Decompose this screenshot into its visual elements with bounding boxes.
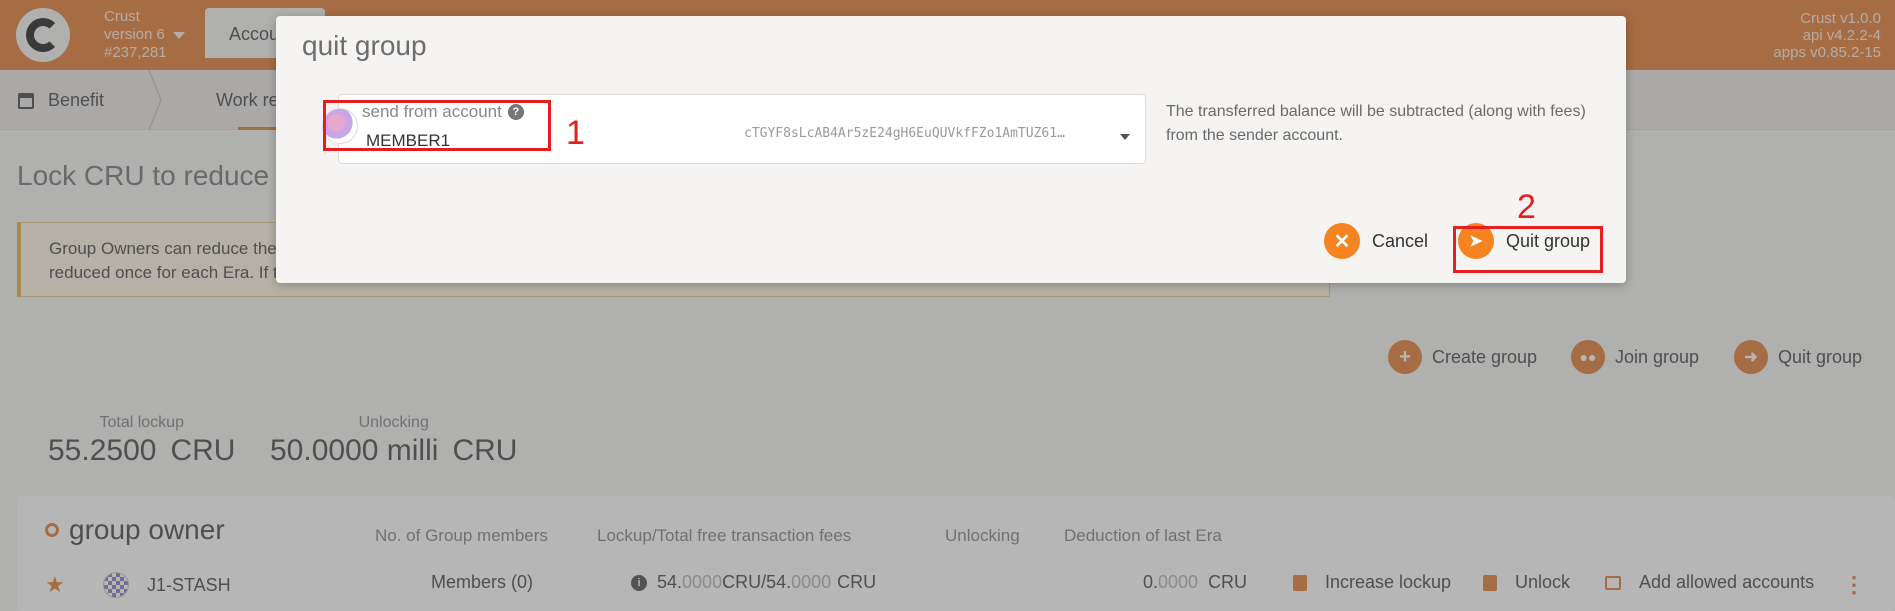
- selected-account-address: cTGYF8sLcAB4Ar5zE24gH6EuQUVkfFZo1AmTUZ61…: [744, 126, 1065, 141]
- annotation-number-1: 1: [566, 114, 585, 152]
- help-text: The transferred balance will be subtract…: [1166, 103, 1586, 144]
- annotation-number-2: 2: [1517, 188, 1536, 226]
- cancel-button[interactable]: ✕ Cancel: [1324, 223, 1428, 259]
- annotation-box-1: [323, 100, 551, 151]
- annotation-box-2: [1453, 226, 1603, 273]
- modal-title: quit group: [302, 30, 427, 61]
- quit-group-modal: quit group send from account ? MEMBER1 c…: [276, 16, 1626, 283]
- chevron-down-icon[interactable]: [1120, 134, 1130, 140]
- close-icon: ✕: [1324, 223, 1360, 259]
